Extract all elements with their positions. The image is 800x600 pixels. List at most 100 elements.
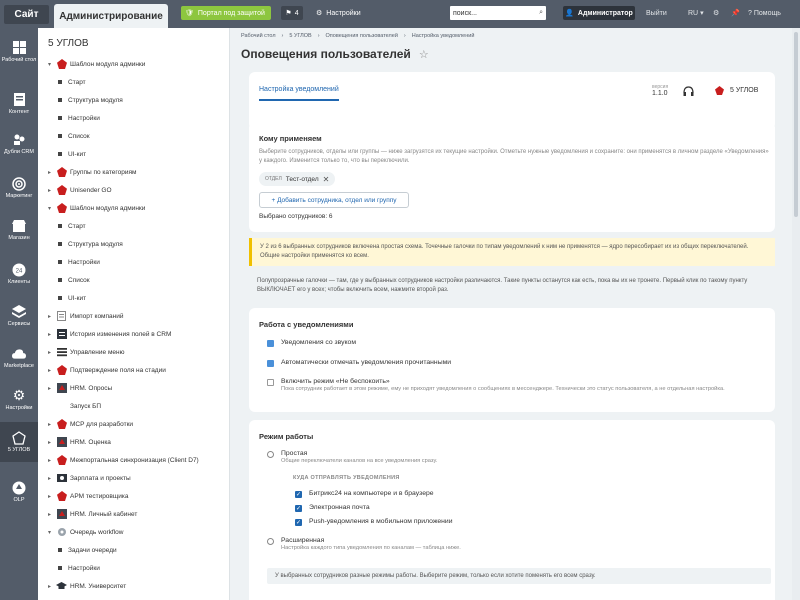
chevron-down-icon[interactable]: ▾ bbox=[48, 205, 56, 212]
sidebar-item-clients[interactable]: 24 Клиенты bbox=[0, 254, 38, 294]
scroll-thumb[interactable] bbox=[794, 32, 798, 217]
breadcrumb-item[interactable]: Оповещения пользователей bbox=[326, 33, 398, 39]
tree-item[interactable]: ▾ Шаблон модуля админки bbox=[48, 201, 145, 215]
tree-item-label: АРМ тестировщика bbox=[70, 492, 129, 500]
tree-subitem[interactable]: Задачи очереди bbox=[58, 543, 117, 557]
chevron-right-icon[interactable]: ▸ bbox=[48, 187, 56, 194]
sidebar-item-shop[interactable]: Магазин bbox=[0, 210, 38, 250]
checkbox-label: Битрикс24 на компьютере и в браузере bbox=[309, 490, 434, 497]
sidebar-item-marketing[interactable]: Маркетинг bbox=[0, 168, 38, 208]
settings-link[interactable]: ⚙ Настройки bbox=[316, 6, 361, 20]
chevron-right-icon[interactable]: ▸ bbox=[48, 457, 56, 464]
site-tab[interactable]: Сайт bbox=[4, 5, 49, 24]
tree-subitem[interactable]: Список bbox=[58, 129, 90, 143]
search-input[interactable]: поиск... ⌕ bbox=[450, 6, 546, 20]
sound-notifications-checkbox[interactable]: Уведомления со звуком bbox=[267, 339, 356, 347]
page-scrollbar[interactable] bbox=[792, 28, 800, 600]
tree-item[interactable]: ▾ Шаблон модуля админки bbox=[48, 57, 145, 71]
sidebar-item-desktop[interactable]: Рабочий стол bbox=[0, 32, 38, 72]
tree-subitem[interactable]: Старт bbox=[58, 219, 86, 233]
tree-item[interactable]: ▸ HRM. Личный кабинет bbox=[48, 507, 137, 521]
chevron-down-icon[interactable]: ▾ bbox=[48, 61, 56, 68]
notifications-button[interactable]: ⚑ 4 bbox=[281, 6, 303, 20]
tree-item[interactable]: ▸ Импорт компаний bbox=[48, 309, 124, 323]
close-icon[interactable]: ✕ bbox=[323, 175, 330, 184]
mode-simple-radio[interactable]: Простая Общие переключатели каналов на в… bbox=[267, 450, 437, 466]
tree-item[interactable]: ▾ Очередь workflow bbox=[48, 525, 123, 539]
main-content: Рабочий стол › 5 УГЛОВ › Оповещения пользо… bbox=[231, 28, 800, 600]
brand-badge[interactable]: 5 УГЛОВ bbox=[715, 86, 758, 95]
tree-item[interactable]: ▸ HRM. Опросы bbox=[48, 381, 112, 395]
add-employee-button[interactable]: + Добавить сотрудника, отдел или группу bbox=[259, 192, 409, 208]
admin-tab[interactable]: Администрирование bbox=[54, 4, 168, 28]
tree-item[interactable]: ▸ MCP для разработки bbox=[48, 417, 133, 431]
tree-item[interactable]: ▸ Подтверждение поля на стадии bbox=[48, 363, 166, 377]
chevron-right-icon[interactable]: ▸ bbox=[48, 169, 56, 176]
tree-subitem[interactable]: Настройки bbox=[58, 561, 100, 575]
auto-read-checkbox[interactable]: Автоматически отмечать уведомления прочи… bbox=[267, 359, 451, 367]
channel-email-checkbox[interactable]: ✓ Электронная почта bbox=[295, 504, 370, 512]
breadcrumb-item[interactable]: 5 УГЛОВ bbox=[289, 33, 311, 39]
user-menu-button[interactable]: 👤 Администратор bbox=[563, 6, 635, 20]
tree-subitem[interactable]: Настройки bbox=[58, 255, 100, 269]
tree-subitem[interactable]: UI-кит bbox=[58, 147, 86, 161]
tree-item[interactable]: ▸ Управление меню bbox=[48, 345, 125, 359]
selected-department-chip[interactable]: ОТДЕЛ Тест-отдел ✕ bbox=[259, 172, 336, 186]
sidebar-item-content[interactable]: Контент bbox=[0, 84, 38, 124]
logout-link[interactable]: Выйти bbox=[646, 6, 667, 20]
tree-subitem[interactable]: Настройки bbox=[58, 111, 100, 125]
tree-item[interactable]: Запуск БП bbox=[48, 399, 101, 413]
separator: › bbox=[281, 33, 284, 39]
tree-item-label: Структура модуля bbox=[68, 240, 123, 248]
chevron-right-icon[interactable]: ▸ bbox=[48, 313, 56, 320]
chevron-right-icon[interactable]: ▸ bbox=[48, 439, 56, 446]
tree-item[interactable]: ▸ Unisender GO bbox=[48, 183, 112, 197]
crm-duplicates-icon bbox=[12, 133, 26, 147]
tab-notification-settings[interactable]: Настройка уведомлений bbox=[259, 86, 339, 101]
apply-description: Выберите сотрудников, отделы или группы … bbox=[259, 149, 769, 165]
portal-protection-button[interactable]: 🛡 Портал под защитой bbox=[181, 6, 271, 20]
tree-item[interactable]: ▸ Группы по категориям bbox=[48, 165, 136, 179]
sidebar-item-services[interactable]: Сервисы bbox=[0, 296, 38, 336]
tree-item[interactable]: ▸ Межпортальная синхронизация (Client D7) bbox=[48, 453, 199, 467]
checkbox-checked: ✓ bbox=[295, 519, 302, 526]
chevron-right-icon[interactable]: ▸ bbox=[48, 493, 56, 500]
chevron-right-icon[interactable]: ▸ bbox=[48, 349, 56, 356]
sidebar-item-settings[interactable]: ⚙ Настройки bbox=[0, 380, 38, 420]
chevron-down-icon[interactable]: ▾ bbox=[48, 529, 56, 536]
sidebar-item-crm-duplicates[interactable]: Дубли CRM bbox=[0, 124, 38, 164]
pin-icon[interactable]: 📌 bbox=[731, 6, 740, 20]
mode-extended-radio[interactable]: Расширенная Настройка каждого типа уведо… bbox=[267, 537, 461, 553]
tree-item[interactable]: ▸ HRM. Университет bbox=[48, 579, 126, 593]
tree-item[interactable]: ▸ HRM. Оценка bbox=[48, 435, 111, 449]
chevron-right-icon[interactable]: ▸ bbox=[48, 583, 56, 590]
channel-push-checkbox[interactable]: ✓ Push-уведомления в мобильном приложени… bbox=[295, 518, 453, 526]
tree-item[interactable]: ▸ АРМ тестировщика bbox=[48, 489, 128, 503]
star-icon[interactable]: ☆ bbox=[419, 48, 429, 61]
chevron-right-icon[interactable]: ▸ bbox=[48, 367, 56, 374]
chevron-right-icon[interactable]: ▸ bbox=[48, 421, 56, 428]
tree-subitem[interactable]: Список bbox=[58, 273, 90, 287]
breadcrumb-item[interactable]: Рабочий стол bbox=[241, 33, 276, 39]
bullet-icon bbox=[58, 278, 62, 282]
sidebar-item-5ugl[interactable]: 5 УГЛОВ bbox=[0, 422, 38, 462]
tree-subitem[interactable]: Старт bbox=[58, 75, 86, 89]
tree-item-label: Межпортальная синхронизация (Client D7) bbox=[70, 456, 199, 464]
tree-subitem[interactable]: UI-кит bbox=[58, 291, 86, 305]
channel-desktop-checkbox[interactable]: ✓ Битрикс24 на компьютере и в браузере bbox=[295, 490, 434, 498]
sidebar-item-marketplace[interactable]: Marketplace bbox=[0, 338, 38, 378]
tree-subitem[interactable]: Структура модуля bbox=[58, 93, 123, 107]
tree-item[interactable]: ▸ Зарплата и проекты bbox=[48, 471, 131, 485]
gear-icon[interactable]: ⚙ bbox=[713, 6, 719, 20]
chevron-right-icon[interactable]: ▸ bbox=[48, 475, 56, 482]
sidebar-item-olp[interactable]: OLP bbox=[0, 472, 38, 512]
headset-icon[interactable] bbox=[683, 86, 694, 97]
language-select[interactable]: RU ▾ bbox=[688, 6, 704, 20]
chevron-right-icon[interactable]: ▸ bbox=[48, 331, 56, 338]
tree-subitem[interactable]: Структура модуля bbox=[58, 237, 123, 251]
chevron-right-icon[interactable]: ▸ bbox=[48, 511, 56, 518]
dnd-checkbox[interactable]: Включить режим «Не беспокоить» Пока сотр… bbox=[267, 378, 725, 394]
chevron-right-icon[interactable]: ▸ bbox=[48, 385, 56, 392]
tree-item[interactable]: ▸ История изменения полей в CRM bbox=[48, 327, 171, 341]
help-link[interactable]: ? Помощь bbox=[748, 6, 781, 20]
